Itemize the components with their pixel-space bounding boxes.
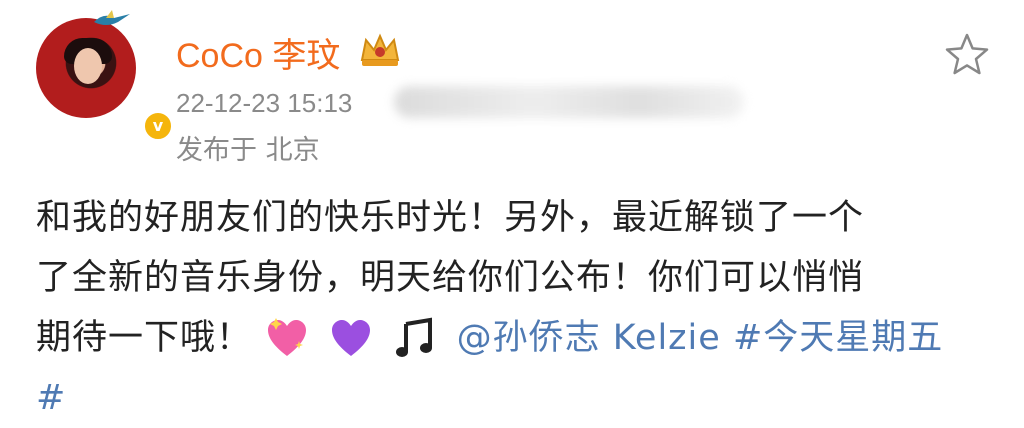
verified-badge-icon: v — [142, 110, 174, 142]
source-blurred — [394, 86, 744, 118]
crown-icon — [360, 33, 400, 66]
avatar[interactable]: v — [36, 10, 174, 142]
avatar-face — [74, 48, 102, 84]
favorite-star-icon[interactable] — [944, 32, 990, 76]
post-line: 了全新的音乐身份，明天给你们公布！你们可以悄悄 — [36, 258, 865, 298]
sparkling-heart-icon — [268, 318, 307, 356]
post-location: 发布于 北京 — [176, 135, 320, 166]
hummingbird-icon — [94, 10, 130, 25]
post-line: 期待一下哦！ @孙侨志 Kelzie #今天星期五 — [36, 308, 996, 368]
user-name[interactable]: CoCo 李玟 — [176, 28, 340, 77]
purple-heart-icon — [332, 320, 371, 356]
post-line: 和我的好朋友们的快乐时光！另外，最近解锁了一个 — [36, 198, 865, 238]
hashtag-link[interactable]: #今天星期五 — [733, 318, 943, 358]
post-timestamp: 22-12-23 15:13 — [176, 88, 353, 118]
mention-link[interactable]: @孙侨志 Kelzie — [457, 318, 721, 358]
post-line-text: 期待一下哦！ — [36, 318, 253, 358]
hashtag-link-end[interactable]: # — [36, 368, 996, 428]
post-body: 和我的好朋友们的快乐时光！另外，最近解锁了一个 了全新的音乐身份，明天给你们公布… — [36, 188, 996, 428]
music-notes-icon — [396, 317, 433, 357]
